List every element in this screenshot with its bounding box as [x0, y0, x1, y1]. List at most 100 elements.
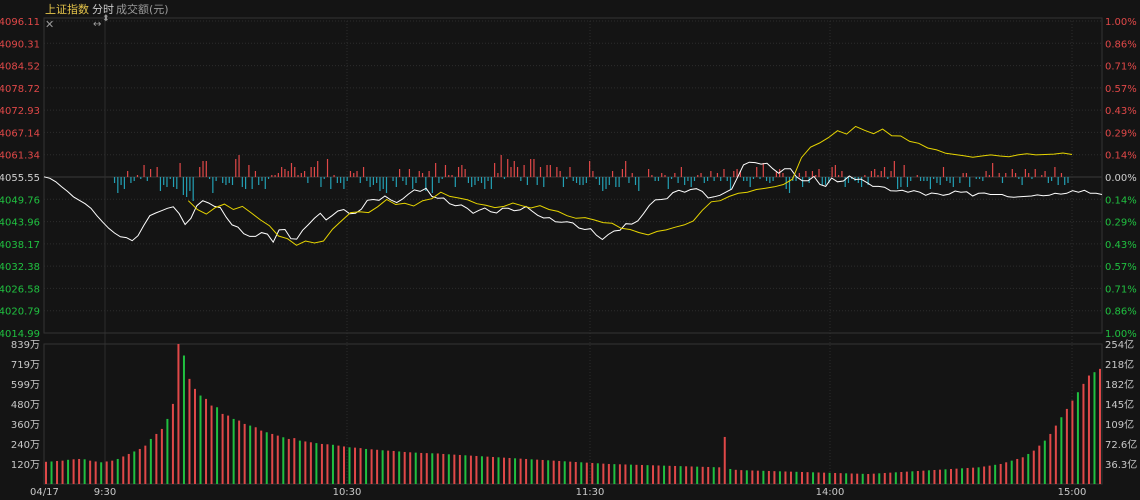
resize-horizontal-icon[interactable]: ↔: [93, 19, 101, 31]
price-tick-label: 4026.58: [0, 284, 40, 295]
volume-bar: [938, 469, 941, 484]
pct-tick-label: 0.43%: [1105, 106, 1137, 117]
volume-bar: [282, 437, 285, 484]
price-tick-label: 4014.99: [0, 329, 40, 340]
volume-bar: [376, 449, 379, 484]
volume-bar: [503, 457, 506, 484]
volume-bar: [756, 470, 759, 484]
pct-tick-label: 0.57%: [1105, 262, 1137, 273]
volume-bar: [596, 463, 599, 484]
volume-bar: [265, 432, 268, 484]
volume-bar: [640, 464, 643, 484]
price-tick-label: 4067.14: [0, 128, 40, 139]
price-tick-label: 4084.52: [0, 62, 40, 73]
volume-panel-frame: [43, 343, 1103, 485]
time-tick-label: 15:00: [1058, 487, 1087, 498]
volume-bar: [425, 453, 428, 484]
volume-bar: [359, 448, 362, 484]
volume-bar: [381, 450, 384, 484]
volume-bar: [447, 454, 450, 484]
volume-bar: [607, 463, 610, 484]
volume-bar: [149, 438, 152, 484]
volume-bar: [72, 459, 75, 484]
volume-bar: [497, 457, 500, 484]
volume-bar: [558, 460, 561, 484]
volume-tick-label: 599万: [11, 380, 40, 391]
volume-bar: [144, 445, 147, 484]
volume-bar: [591, 462, 594, 484]
volume-bar: [1027, 453, 1030, 484]
volume-bar: [1054, 425, 1057, 484]
volume-bar: [1076, 392, 1079, 484]
volume-bar: [193, 388, 196, 484]
volume-bar: [442, 453, 445, 484]
volume-bar: [999, 463, 1002, 484]
volume-bar: [696, 466, 699, 484]
volume-bar: [61, 460, 64, 484]
volume-bar: [469, 455, 472, 484]
volume-bar: [977, 467, 980, 484]
volume-bar: [78, 458, 81, 484]
amount-tick-label: 36.3亿: [1105, 458, 1137, 471]
volume-bar: [89, 460, 92, 484]
price-tick-label: 4038.17: [0, 240, 40, 251]
volume-bar: [861, 473, 864, 484]
volume-bar: [331, 444, 334, 484]
volume-bar: [304, 441, 307, 484]
volume-bar: [950, 468, 953, 484]
volume-bar: [458, 454, 461, 484]
volume-bar: [525, 458, 528, 484]
volume-bar: [961, 468, 964, 484]
volume-bar: [243, 423, 246, 484]
amount-tick-label: 218亿: [1105, 358, 1134, 371]
volume-bar: [762, 470, 765, 484]
volume-bar: [508, 457, 511, 484]
volume-bar: [238, 420, 241, 484]
volume-bar: [690, 466, 693, 484]
volume-bar: [1032, 450, 1035, 484]
volume-bar: [298, 440, 301, 484]
volume-bar: [668, 465, 671, 484]
volume-bar: [414, 452, 417, 484]
volume-bar: [166, 418, 169, 484]
volume-bar: [872, 473, 875, 484]
volume-bar: [1087, 375, 1090, 484]
price-tick-label: 4055.55: [0, 173, 40, 184]
volume-bar: [784, 471, 787, 484]
volume-bar: [387, 450, 390, 484]
volume-bar: [585, 462, 588, 484]
price-tick-label: 4032.38: [0, 262, 40, 273]
pct-tick-label: 1.00%: [1105, 17, 1137, 28]
volume-bar: [232, 418, 235, 484]
volume-bar: [547, 460, 550, 484]
pct-tick-label: 0.43%: [1105, 240, 1137, 251]
amount-tick-label: 72.6亿: [1105, 438, 1137, 451]
volume-bar: [342, 446, 345, 484]
volume-bar: [94, 461, 97, 484]
volume-bar: [1049, 433, 1052, 484]
volume-bar: [199, 395, 202, 484]
volume-bar: [806, 472, 809, 484]
volume-bar: [723, 436, 726, 484]
volume-bar: [138, 448, 141, 484]
close-icon[interactable]: ✕: [45, 19, 54, 31]
volume-bar: [823, 472, 826, 484]
volume-bar: [972, 467, 975, 484]
volume-bar: [221, 413, 224, 484]
volume-bar: [983, 466, 986, 484]
volume-bar: [580, 462, 583, 484]
volume-bar: [613, 464, 616, 484]
pct-tick-label: 0.00%: [1105, 173, 1137, 184]
volume-bar: [83, 459, 86, 484]
price-tick-label: 4043.96: [0, 218, 40, 229]
amount-tick-label: 182亿: [1105, 378, 1134, 391]
volume-bar: [480, 456, 483, 484]
volume-bar: [100, 462, 103, 484]
pct-tick-label: 0.57%: [1105, 84, 1137, 95]
volume-bar: [569, 461, 572, 484]
volume-bar: [45, 461, 47, 484]
volume-bar: [309, 442, 312, 484]
amount-label: 成交额(元): [116, 3, 169, 16]
volume-bar: [729, 468, 732, 484]
volume-bar: [530, 459, 533, 484]
